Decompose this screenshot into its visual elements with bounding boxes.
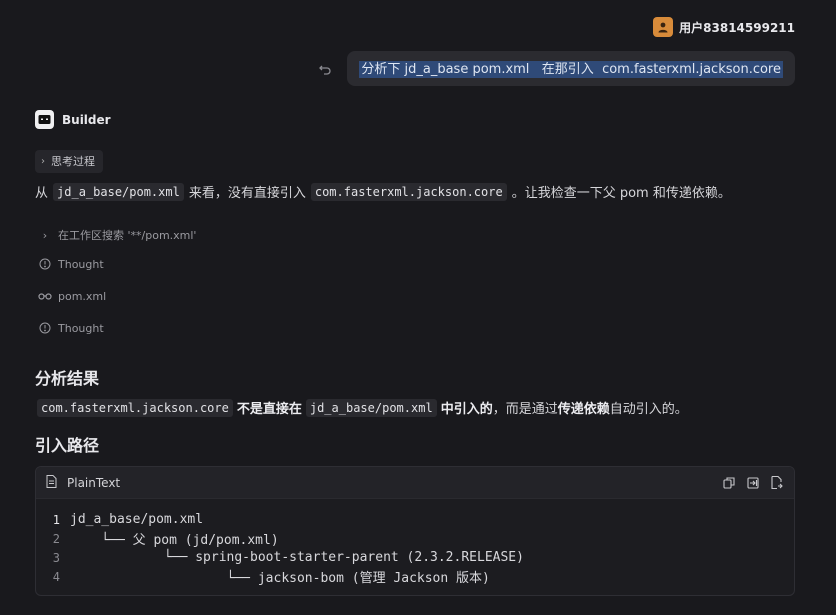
path-heading: 引入路径 — [35, 436, 100, 455]
code-block-body[interactable]: 1 jd_a_base/pom.xml 2 └── 父 pom (jd/pom.… — [36, 499, 794, 586]
user-name: 用户83814599211 — [679, 20, 795, 35]
intro-prefix: 从 — [35, 186, 49, 201]
step-label: Thought — [58, 321, 104, 335]
line-text: jd_a_base/pom.xml — [70, 512, 204, 527]
insert-icon[interactable] — [746, 476, 760, 490]
glasses-icon — [38, 289, 52, 303]
inline-code: com.fasterxml.jackson.core — [310, 182, 507, 201]
thinking-toggle[interactable]: › 思考过程 — [35, 150, 103, 173]
line-number: 1 — [52, 512, 60, 527]
line-number: 4 — [52, 569, 60, 584]
intro-middle: 来看，没有直接引入 — [188, 186, 306, 201]
result-bold: 中引入的 — [440, 402, 493, 417]
inline-code: com.fasterxml.jackson.core — [37, 398, 233, 417]
result-paragraph: com.fasterxml.jackson.core 不是直接在 jd_a_ba… — [35, 398, 688, 417]
step-label: Thought — [58, 257, 104, 271]
user-header: 用户83814599211 — [653, 17, 795, 37]
code-language: PlainText — [46, 474, 121, 491]
user-message-bubble: 分析下 jd_a_base pom.xml 在那引入 com.fasterxml… — [347, 51, 795, 86]
apply-file-icon[interactable] — [770, 476, 784, 490]
step-read-file[interactable]: pom.xml — [38, 289, 106, 303]
line-text: └── 父 pom (jd/pom.xml) — [70, 533, 279, 548]
result-text: ，而是通过 — [492, 402, 558, 417]
line-text: └── spring-boot-starter-parent (2.3.2.RE… — [70, 550, 524, 565]
user-message-text: 分析下 jd_a_base pom.xml 在那引入 com.fasterxml… — [359, 61, 783, 78]
copy-icon[interactable] — [722, 476, 736, 490]
step-thought[interactable]: Thought — [38, 257, 104, 271]
intro-suffix: 。让我检查一下父 pom 和传递依赖。 — [511, 186, 731, 201]
step-label: 在工作区搜索 '**/pom.xml' — [58, 229, 197, 242]
code-language-label: PlainText — [67, 475, 121, 490]
user-avatar[interactable] — [653, 17, 674, 37]
step-label: pom.xml — [58, 289, 107, 303]
code-line: 1 jd_a_base/pom.xml — [36, 510, 794, 529]
chevron-right-icon: › — [42, 228, 48, 242]
info-icon — [38, 257, 52, 271]
code-block-actions — [722, 476, 784, 490]
info-icon — [38, 321, 52, 335]
inline-code: jd_a_base/pom.xml — [53, 182, 184, 201]
result-bold: 传递依赖 — [557, 402, 610, 417]
undo-icon[interactable] — [317, 61, 333, 77]
inline-code: jd_a_base/pom.xml — [305, 398, 437, 417]
result-bold: 不是直接在 — [236, 402, 302, 417]
line-text: └── jackson-bom (管理 Jackson 版本) — [70, 571, 490, 586]
step-thought[interactable]: Thought — [38, 321, 104, 335]
line-number: 2 — [52, 531, 60, 546]
code-line: 3 └── spring-boot-starter-parent (2.3.2.… — [36, 548, 794, 567]
code-line: 2 └── 父 pom (jd/pom.xml) — [36, 529, 794, 549]
builder-logo-icon — [35, 110, 54, 129]
code-block: PlainText 1 jd_a_base/pom.xml 2 └── 父 po… — [35, 466, 795, 596]
result-text: 自动引入的。 — [609, 402, 688, 417]
file-icon — [46, 474, 57, 491]
result-heading: 分析结果 — [35, 369, 100, 388]
user-message-row: 分析下 jd_a_base pom.xml 在那引入 com.fasterxml… — [317, 51, 795, 86]
chevron-right-icon: › — [41, 155, 45, 167]
assistant-intro: 从 jd_a_base/pom.xml 来看，没有直接引入 com.faster… — [35, 182, 731, 201]
thinking-label: 思考过程 — [51, 155, 95, 168]
person-icon — [658, 22, 668, 33]
code-line: 4 └── jackson-bom (管理 Jackson 版本) — [36, 567, 794, 587]
code-block-header: PlainText — [36, 467, 794, 499]
step-search-workspace[interactable]: › 在工作区搜索 '**/pom.xml' — [38, 227, 197, 243]
assistant-header: Builder — [35, 110, 111, 129]
line-number: 3 — [52, 550, 60, 565]
assistant-name: Builder — [62, 112, 111, 127]
